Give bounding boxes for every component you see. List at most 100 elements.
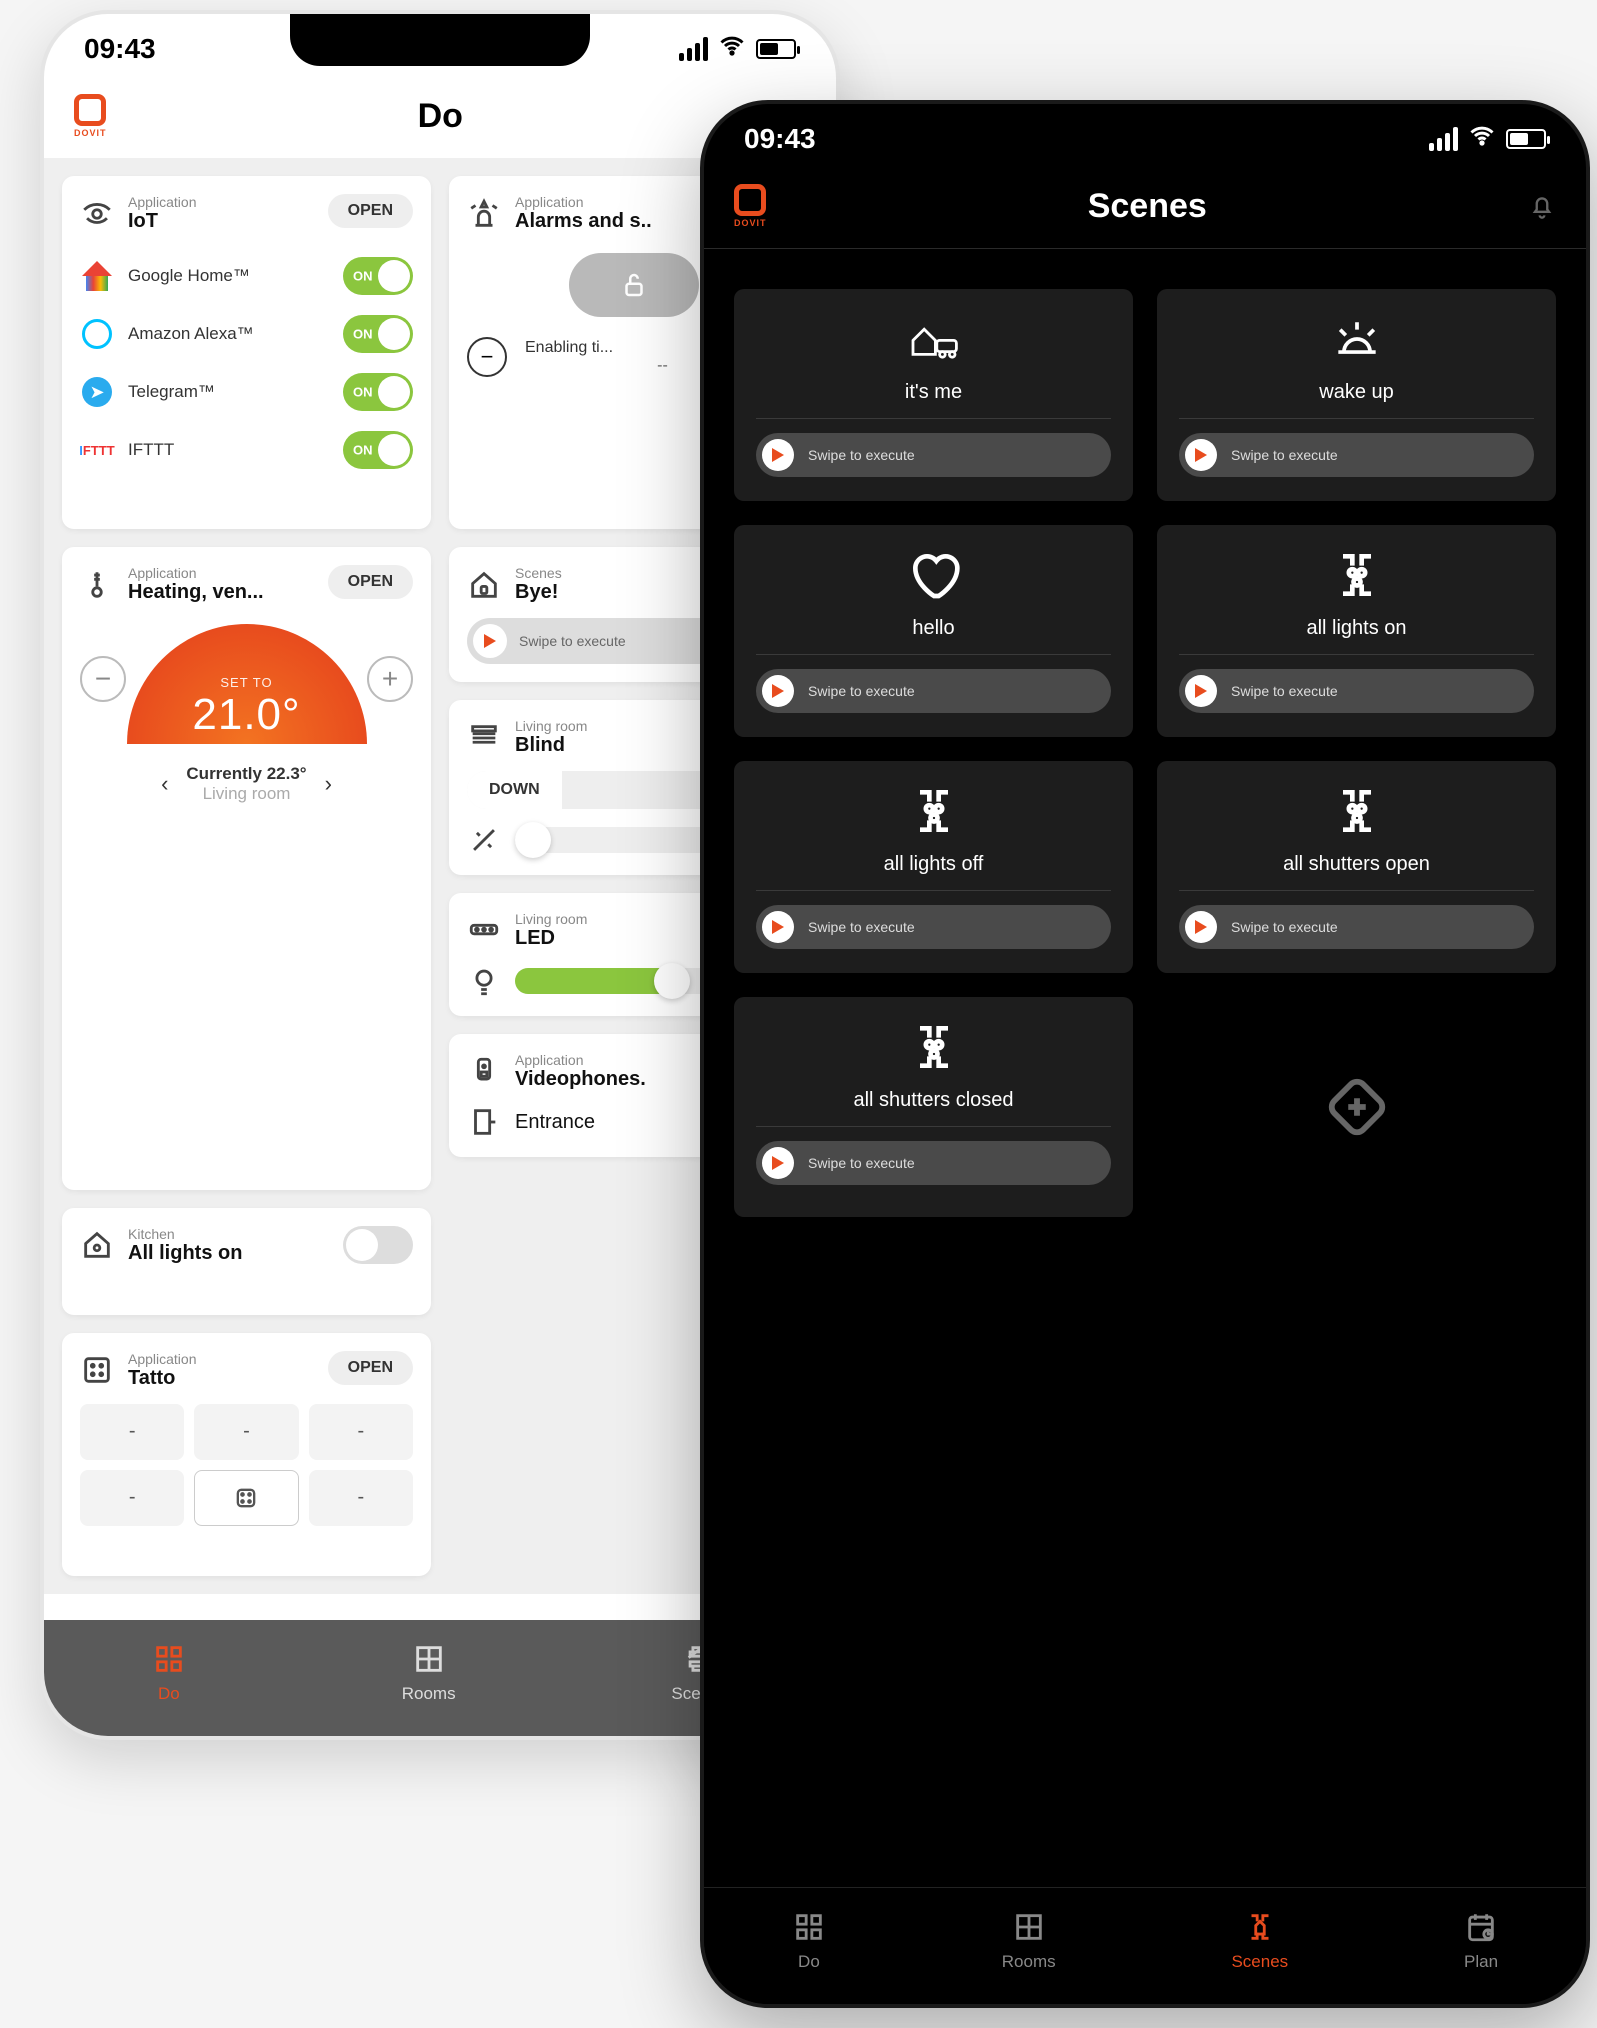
scene-all-shutters-open[interactable]: all shutters open Swipe to execute (1157, 761, 1556, 973)
tab-label: Plan (1464, 1952, 1498, 1972)
page-title: Do (418, 97, 463, 136)
tab-rooms[interactable]: Rooms (1002, 1910, 1056, 1972)
scene-title: it's me (905, 381, 962, 404)
battery-icon (1506, 129, 1546, 149)
play-icon (1185, 675, 1217, 707)
scene-its-me[interactable]: it's me Swipe to execute (734, 289, 1133, 501)
heating-open-button[interactable]: OPEN (328, 565, 413, 599)
tab-rooms[interactable]: Rooms (402, 1642, 456, 1704)
iot-section-label: Application (128, 194, 197, 210)
keypad-center-key[interactable] (194, 1470, 298, 1526)
temp-minus-button[interactable]: − (80, 656, 126, 702)
house-car-icon (906, 311, 962, 367)
heating-section-label: Application (128, 565, 264, 581)
swipe-label: Swipe to execute (1231, 919, 1338, 935)
alexa-icon (80, 317, 114, 351)
swipe-label: Swipe to execute (808, 683, 915, 699)
scene-generic-icon (1329, 783, 1385, 839)
tatto-open-button[interactable]: OPEN (328, 1351, 413, 1385)
keypad: - - - - - (80, 1404, 413, 1526)
grid-icon (792, 1910, 826, 1944)
tab-plan[interactable]: Plan (1464, 1910, 1498, 1972)
led-section-label: Living room (515, 911, 587, 927)
keypad-key[interactable]: - (309, 1404, 413, 1460)
scene-all-lights-off[interactable]: all lights off Swipe to execute (734, 761, 1133, 973)
scene-swipe[interactable]: Swipe to execute (1179, 433, 1534, 477)
scene-swipe[interactable]: Swipe to execute (1179, 905, 1534, 949)
play-icon (762, 1147, 794, 1179)
prev-room-button[interactable]: ‹ (149, 771, 180, 797)
house-lock-icon (467, 568, 501, 602)
logo[interactable]: DOVIT (734, 184, 767, 228)
iot-title: IoT (128, 210, 197, 233)
ifttt-toggle[interactable]: ON (343, 431, 413, 469)
logo[interactable]: DOVIT (74, 94, 107, 138)
tatto-title: Tatto (128, 1367, 197, 1390)
keypad-key[interactable]: - (309, 1470, 413, 1526)
iot-open-button[interactable]: OPEN (328, 194, 413, 228)
next-room-button[interactable]: › (313, 771, 344, 797)
play-icon (1185, 439, 1217, 471)
scenes-grid[interactable]: it's me Swipe to execute wake up Swipe t… (704, 249, 1586, 1257)
scene-all-shutters-closed[interactable]: all shutters closed Swipe to execute (734, 997, 1133, 1217)
swipe-label: Swipe to execute (808, 1155, 915, 1171)
keypad-key[interactable]: - (194, 1404, 298, 1460)
tab-scenes[interactable]: Scenes (1231, 1910, 1288, 1972)
scene-generic-icon (906, 783, 962, 839)
scene-swipe[interactable]: Swipe to execute (1179, 669, 1534, 713)
alarms-section-label: Application (515, 194, 652, 210)
alexa-toggle[interactable]: ON (343, 315, 413, 353)
set-to-label: SET TO (220, 675, 272, 690)
kitchen-title: All lights on (128, 1242, 242, 1265)
google-home-toggle[interactable]: ON (343, 257, 413, 295)
scene-swipe[interactable]: Swipe to execute (756, 905, 1111, 949)
alarm-icon (467, 197, 501, 231)
blind-section-label: Living room (515, 718, 587, 734)
tilt-icon (467, 823, 501, 857)
keypad-key[interactable]: - (80, 1404, 184, 1460)
minus-button[interactable]: − (467, 337, 507, 377)
unlock-button[interactable] (569, 253, 699, 317)
add-scene-button[interactable] (1157, 997, 1556, 1217)
scene-hello[interactable]: hello Swipe to execute (734, 525, 1133, 737)
tatto-card: Application Tatto OPEN - - - - - (62, 1333, 431, 1576)
bell-icon[interactable] (1528, 192, 1556, 220)
scene-swipe[interactable]: Swipe to execute (756, 433, 1111, 477)
entrance-label: Entrance (515, 1111, 595, 1134)
calendar-icon (1464, 1910, 1498, 1944)
room-label: Living room (186, 784, 306, 804)
tab-do[interactable]: Do (152, 1642, 186, 1704)
scene-generic-icon (906, 1019, 962, 1075)
currently-label: Currently 22.3° (186, 764, 306, 784)
telegram-toggle[interactable]: ON (343, 373, 413, 411)
phone-dark: 09:43 DOVIT Scenes it's me Sw (700, 100, 1590, 2008)
blind-icon (467, 721, 501, 755)
swipe-label: Swipe to execute (808, 919, 915, 935)
temp-plus-button[interactable]: + (367, 656, 413, 702)
status-icons (679, 32, 796, 67)
scene-swipe[interactable]: Swipe to execute (756, 1141, 1111, 1185)
scene-all-lights-on[interactable]: all lights on Swipe to execute (1157, 525, 1556, 737)
keypad-key[interactable]: - (80, 1470, 184, 1526)
service-name: IFTTT (128, 440, 174, 460)
bye-section-label: Scenes (515, 565, 562, 581)
scene-swipe[interactable]: Swipe to execute (756, 669, 1111, 713)
swipe-label: Swipe to execute (808, 447, 915, 463)
keypad-icon (80, 1353, 114, 1387)
service-row: ➤ Telegram™ ON (80, 363, 413, 421)
scene-wake-up[interactable]: wake up Swipe to execute (1157, 289, 1556, 501)
tab-label: Rooms (1002, 1952, 1056, 1972)
logo-icon (74, 94, 106, 126)
tab-do[interactable]: Do (792, 1910, 826, 1972)
scene-title: hello (912, 617, 954, 640)
kitchen-toggle[interactable] (343, 1226, 413, 1264)
signal-icon (1429, 127, 1458, 151)
blind-down-button[interactable]: DOWN (467, 771, 562, 809)
kitchen-section-label: Kitchen (128, 1226, 242, 1242)
logo-text: DOVIT (74, 128, 107, 138)
play-icon (762, 675, 794, 707)
page-title: Scenes (1088, 187, 1207, 226)
led-title: LED (515, 927, 587, 950)
battery-icon (756, 39, 796, 59)
scene-title: all shutters closed (853, 1089, 1013, 1112)
